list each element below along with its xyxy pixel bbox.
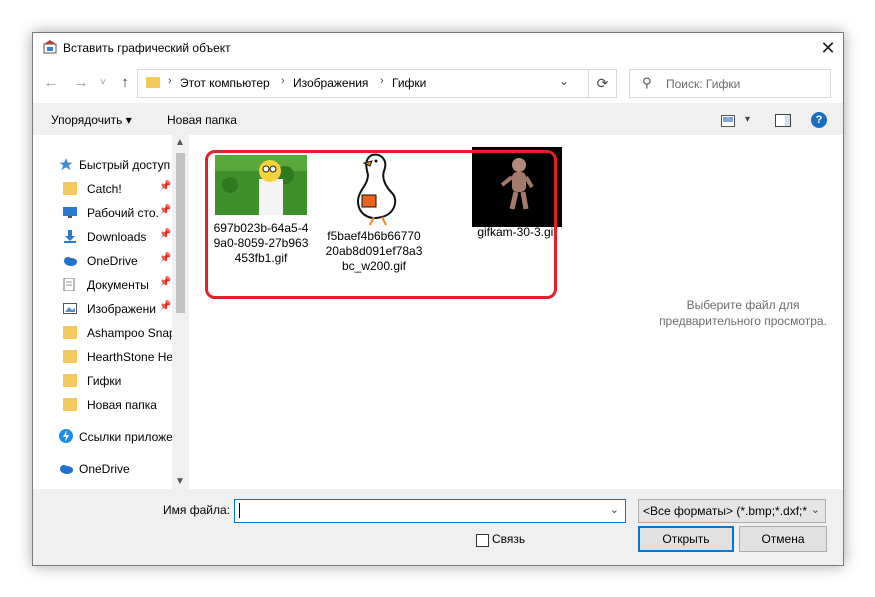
sidebar-item-onedrive-root[interactable]: OneDrive <box>59 458 187 480</box>
breadcrumb-gifs[interactable]: Гифки <box>392 76 426 90</box>
sidebar-item-label: OneDrive <box>79 462 130 476</box>
cancel-button[interactable]: Отмена <box>739 526 827 552</box>
download-icon <box>64 230 76 243</box>
sidebar-item-documents[interactable]: Документы 📌 <box>63 274 188 296</box>
help-icon[interactable]: ? <box>811 112 827 128</box>
star-icon <box>59 158 73 171</box>
filename-label: Имя файла: <box>163 503 230 517</box>
search-placeholder: Поиск: Гифки <box>666 77 741 91</box>
sidebar-item-downloads[interactable]: Downloads 📌 <box>63 226 188 248</box>
organize-button[interactable]: Упорядочить ▾ <box>51 113 132 127</box>
back-button[interactable]: ← <box>41 73 61 93</box>
address-bar[interactable]: › Этот компьютер › Изображения › Гифки ⌄ <box>137 69 614 98</box>
app-icon <box>43 40 57 54</box>
bottom-panel: Имя файла: ⌄ <Все форматы> (*.bmp;*.dxf;… <box>33 489 843 565</box>
sidebar-item-pictures[interactable]: Изображени 📌 <box>63 298 188 320</box>
up-button[interactable]: ↑ <box>115 73 135 93</box>
documents-icon <box>63 278 75 291</box>
change-view-icon[interactable] <box>721 115 735 127</box>
highlight-annotation <box>205 150 557 299</box>
sidebar-item-label: Новая папка <box>87 398 157 412</box>
sidebar-item-label: Рабочий сто... <box>87 206 159 220</box>
sidebar-item-app-links[interactable]: Ссылки приложе <box>59 426 187 448</box>
chevron-down-icon[interactable]: ⌄ <box>610 503 619 516</box>
address-dropdown-icon[interactable]: ⌄ <box>559 74 569 88</box>
sidebar-item-label: Быстрый доступ <box>79 158 171 172</box>
breadcrumb-separator: › <box>168 75 172 87</box>
filetype-select[interactable]: <Все форматы> (*.bmp;*.dxf;* ⌄ <box>638 499 826 523</box>
preview-text-line: предварительного просмотра. <box>659 314 827 328</box>
filetype-value: <Все форматы> (*.bmp;*.dxf;* <box>643 504 808 518</box>
folder-icon <box>63 350 77 363</box>
window-title: Вставить графический объект <box>63 41 231 55</box>
pin-icon: 📌 <box>159 181 172 192</box>
folder-icon <box>63 182 77 195</box>
folder-icon <box>146 77 160 88</box>
folder-icon <box>63 326 77 339</box>
sidebar-scrollbar[interactable]: ▲ ▼ <box>172 135 189 489</box>
filename-input[interactable]: ⌄ <box>234 499 626 523</box>
scroll-up-icon[interactable]: ▲ <box>175 137 185 148</box>
sidebar-item-label: Документы <box>87 278 149 292</box>
forward-button[interactable]: → <box>71 73 91 93</box>
insert-picture-dialog: Вставить графический объект ✕ ← → ˅ ↑ › … <box>32 32 844 566</box>
preview-placeholder: Выберите файл для предварительного просм… <box>643 297 843 329</box>
title-bar: Вставить графический объект ✕ <box>33 33 843 63</box>
refresh-button[interactable]: ⟳ <box>588 69 617 98</box>
chevron-down-icon[interactable]: ⌄ <box>808 503 820 516</box>
pin-icon: 📌 <box>159 229 172 240</box>
cloud-icon <box>60 465 73 474</box>
pin-icon: 📌 <box>159 277 172 288</box>
pin-icon: 📌 <box>159 301 172 312</box>
navigation-pane: Быстрый доступ Catch! 📌 Рабочий сто... 📌… <box>33 135 188 489</box>
new-folder-button[interactable]: Новая папка <box>167 113 237 127</box>
link-label[interactable]: Связь <box>492 532 525 546</box>
recent-locations-button[interactable]: ˅ <box>93 73 113 93</box>
scroll-down-icon[interactable]: ▼ <box>175 476 185 487</box>
sidebar-item-label: Downloads <box>87 230 147 244</box>
preview-pane-icon[interactable] <box>775 114 791 127</box>
link-checkbox[interactable] <box>476 534 489 547</box>
sidebar-item-label: HearthStone He <box>87 350 174 364</box>
sidebar-item-new-folder[interactable]: Новая папка <box>63 394 188 416</box>
folder-icon <box>63 398 77 411</box>
preview-text-line: Выберите файл для <box>686 298 800 312</box>
sidebar-item-label: Catch! <box>87 182 122 196</box>
sidebar-item-label: Ссылки приложе <box>79 430 173 444</box>
breadcrumb-separator: › <box>281 75 285 87</box>
sidebar-item-gifs[interactable]: Гифки <box>63 370 188 392</box>
breadcrumb-this-pc[interactable]: Этот компьютер <box>180 76 270 90</box>
sidebar-item-label: Изображени <box>87 302 156 316</box>
breadcrumb-pictures[interactable]: Изображения <box>293 76 368 90</box>
breadcrumb-separator: › <box>380 75 384 87</box>
sidebar-item-desktop[interactable]: Рабочий сто... 📌 <box>63 202 188 224</box>
pictures-icon <box>63 303 77 314</box>
text-caret <box>239 503 240 518</box>
sidebar-item-quick-access[interactable]: Быстрый доступ <box>59 154 187 176</box>
scrollbar-thumb[interactable] <box>176 153 185 313</box>
sidebar-item-onedrive[interactable]: OneDrive 📌 <box>63 250 188 272</box>
sidebar-item-label: OneDrive <box>87 254 138 268</box>
sidebar-item-ashampoo[interactable]: Ashampoo Snap <box>63 322 188 344</box>
pin-icon: 📌 <box>159 253 172 264</box>
sidebar-item-label: Ashampoo Snap <box>87 326 176 340</box>
sidebar-item-catch[interactable]: Catch! 📌 <box>63 178 188 200</box>
cloud-icon <box>64 257 77 266</box>
folder-icon <box>63 374 77 387</box>
search-icon: ⚲ <box>642 75 652 90</box>
close-button[interactable]: ✕ <box>813 33 843 63</box>
pin-icon: 📌 <box>159 205 172 216</box>
lightning-icon <box>59 429 73 443</box>
search-box[interactable]: ⚲ Поиск: Гифки <box>629 69 831 98</box>
sidebar-item-label: Гифки <box>87 374 122 388</box>
sidebar-item-hearthstone[interactable]: HearthStone He <box>63 346 188 368</box>
view-dropdown-icon[interactable]: ▾ <box>745 114 750 125</box>
toolbar: Упорядочить ▾ Новая папка ▾ ? <box>33 105 843 135</box>
open-button[interactable]: Открыть <box>638 526 734 552</box>
desktop-icon <box>63 207 77 218</box>
navigation-bar: ← → ˅ ↑ › Этот компьютер › Изображения ›… <box>33 63 843 103</box>
